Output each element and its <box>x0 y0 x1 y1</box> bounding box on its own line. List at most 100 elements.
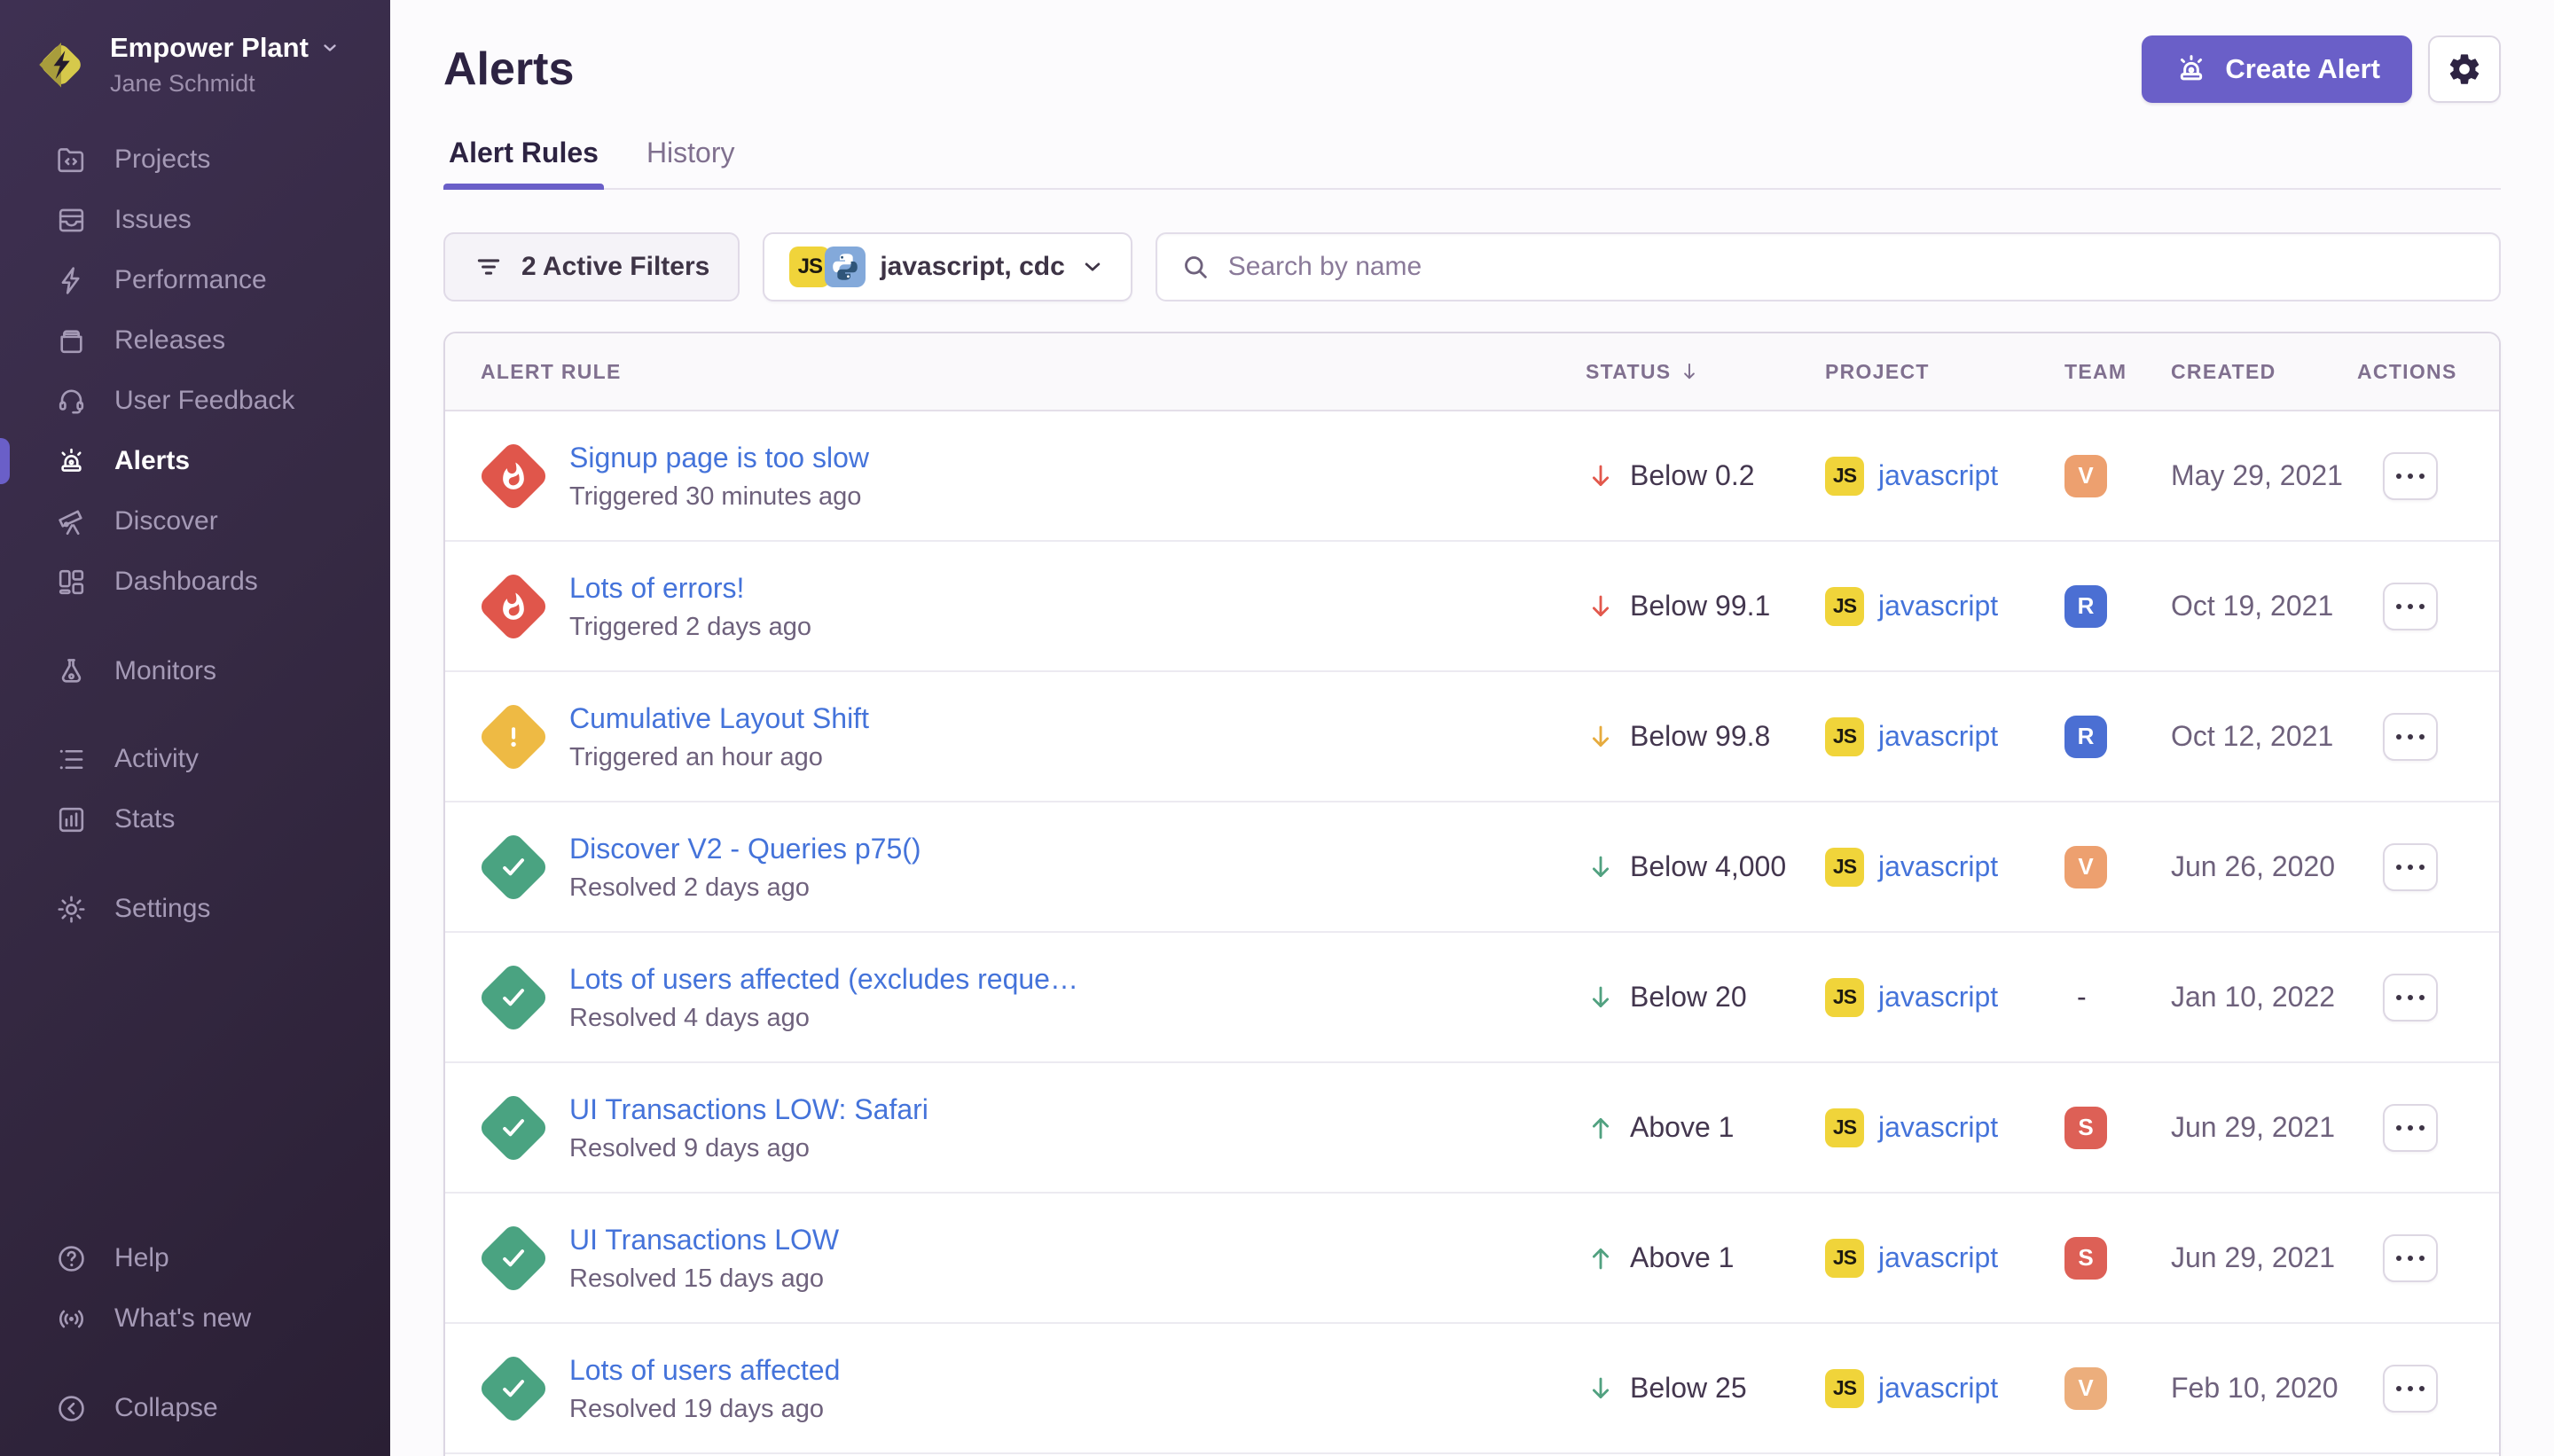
sidebar-item-discover[interactable]: Discover <box>0 491 390 552</box>
project-filter-dropdown[interactable]: JS javascript, cdc <box>763 232 1132 301</box>
sidebar-item-settings[interactable]: Settings <box>0 879 390 939</box>
column-header-alert-rule[interactable]: ALERT RULE <box>481 360 1586 384</box>
python-platform-icon <box>825 247 866 287</box>
column-header-team[interactable]: TEAM <box>2064 360 2171 384</box>
project-link[interactable]: javascript <box>1878 720 1998 753</box>
tab-history[interactable]: History <box>641 135 740 188</box>
sidebar-item-label: Alerts <box>114 446 190 476</box>
app-window: Empower Plant Jane Schmidt Projects Issue… <box>0 0 2554 1456</box>
project-link[interactable]: javascript <box>1878 981 1998 1014</box>
project-link[interactable]: javascript <box>1878 850 1998 883</box>
alert-rule-status-text: Resolved 9 days ago <box>569 1134 1559 1163</box>
javascript-platform-icon: JS <box>1825 1369 1864 1408</box>
sidebar-item-activity[interactable]: Activity <box>0 729 390 789</box>
feedback-icon <box>55 385 88 418</box>
alerts-settings-button[interactable] <box>2428 35 2501 103</box>
settings-icon <box>55 893 88 926</box>
org-logo-icon <box>32 35 90 94</box>
sidebar-item-feedback[interactable]: User Feedback <box>0 371 390 431</box>
project-link[interactable]: javascript <box>1878 590 1998 622</box>
alert-rule-link[interactable]: Signup page is too slow <box>569 440 1559 475</box>
sidebar-item-label: Settings <box>114 894 210 924</box>
row-actions-button[interactable] <box>2383 1365 2438 1413</box>
row-actions-button[interactable] <box>2383 1234 2438 1282</box>
row-actions-button[interactable] <box>2383 583 2438 630</box>
column-header-project[interactable]: PROJECT <box>1825 360 2064 384</box>
alert-check-icon <box>477 960 550 1033</box>
sidebar-item-projects[interactable]: Projects <box>0 129 390 190</box>
row-actions-button[interactable] <box>2383 713 2438 761</box>
alert-rule-link[interactable]: Cumulative Layout Shift <box>569 701 1559 736</box>
alert-rule-status-text: Resolved 4 days ago <box>569 1004 1559 1033</box>
sidebar-item-performance[interactable]: Performance <box>0 250 390 310</box>
row-actions-button[interactable] <box>2383 843 2438 891</box>
discover-icon <box>55 505 88 538</box>
status-value: Below 4,000 <box>1630 850 1786 883</box>
created-date: Jun 26, 2020 <box>2171 850 2357 883</box>
performance-icon <box>55 264 88 297</box>
alert-rule-link[interactable]: Discover V2 - Queries p75() <box>569 831 1559 866</box>
sidebar-item-help[interactable]: Help <box>0 1228 390 1288</box>
alert-rule-link[interactable]: Lots of errors! <box>569 570 1559 606</box>
team-avatar[interactable]: R <box>2064 585 2107 628</box>
row-actions-button[interactable] <box>2383 452 2438 500</box>
column-header-created[interactable]: CREATED <box>2171 360 2357 384</box>
alert-rule-link[interactable]: UI Transactions LOW: Safari <box>569 1092 1559 1127</box>
project-link[interactable]: javascript <box>1878 1111 1998 1144</box>
sidebar-item-label: Dashboards <box>114 567 258 597</box>
active-filters-button[interactable]: 2 Active Filters <box>443 232 740 301</box>
trend-down-icon <box>1586 852 1616 882</box>
team-avatar[interactable]: R <box>2064 716 2107 758</box>
create-alert-button[interactable]: Create Alert <box>2142 35 2412 103</box>
alert-fire-icon <box>477 569 550 642</box>
sidebar-item-alerts[interactable]: Alerts <box>0 431 390 491</box>
sidebar-item-issues[interactable]: Issues <box>0 190 390 250</box>
project-link[interactable]: javascript <box>1878 1372 1998 1405</box>
sidebar-item-whatsnew[interactable]: What's new <box>0 1288 390 1349</box>
created-date: Oct 12, 2021 <box>2171 720 2357 753</box>
table-row: Cumulative Layout ShiftTriggered an hour… <box>445 672 2499 802</box>
table-row: Lots of errors!Triggered 2 days agoBelow… <box>445 542 2499 672</box>
alert-rule-link[interactable]: UI Transactions LOW <box>569 1222 1559 1257</box>
team-avatar[interactable]: V <box>2064 846 2107 888</box>
sidebar-item-label: Activity <box>114 744 199 774</box>
sidebar-item-dashboards[interactable]: Dashboards <box>0 552 390 612</box>
row-actions-button[interactable] <box>2383 974 2438 1022</box>
sidebar-item-label: User Feedback <box>114 386 294 416</box>
stats-icon <box>55 803 88 836</box>
alert-check-icon <box>477 1221 550 1294</box>
search-icon <box>1180 252 1210 282</box>
search-field[interactable] <box>1156 232 2501 301</box>
project-link[interactable]: javascript <box>1878 459 1998 492</box>
row-actions-button[interactable] <box>2383 1104 2438 1152</box>
page-title: Alerts <box>443 43 574 96</box>
team-avatar[interactable]: S <box>2064 1107 2107 1149</box>
sidebar-item-monitors[interactable]: Monitors <box>0 641 390 701</box>
sidebar-item-stats[interactable]: Stats <box>0 789 390 849</box>
project-link[interactable]: javascript <box>1878 1241 1998 1274</box>
status-cell: Below 4,000 <box>1586 850 1825 883</box>
trend-down-icon <box>1586 982 1616 1013</box>
status-value: Above 1 <box>1630 1241 1734 1274</box>
sidebar-item-label: Projects <box>114 145 210 175</box>
column-header-status[interactable]: STATUS <box>1586 360 1825 384</box>
javascript-platform-icon: JS <box>1825 978 1864 1017</box>
search-input[interactable] <box>1226 251 2476 283</box>
sidebar-item-label: Help <box>114 1243 169 1273</box>
team-avatar[interactable]: V <box>2064 1367 2107 1410</box>
alert-rule-link[interactable]: Lots of users affected (excludes reque… <box>569 961 1559 997</box>
siren-icon <box>2174 51 2209 87</box>
team-avatar[interactable]: V <box>2064 455 2107 497</box>
team-avatar[interactable]: S <box>2064 1237 2107 1280</box>
whatsnew-icon <box>55 1303 88 1335</box>
status-value: Below 99.1 <box>1630 590 1770 622</box>
alert-rule-status-text: Resolved 19 days ago <box>569 1395 1559 1424</box>
sidebar-item-collapse[interactable]: Collapse <box>0 1378 390 1438</box>
created-date: May 29, 2021 <box>2171 459 2357 492</box>
org-switcher[interactable]: Empower Plant Jane Schmidt <box>0 32 390 98</box>
alert-rule-link[interactable]: Lots of users affected <box>569 1352 1559 1388</box>
trend-down-icon <box>1586 1374 1616 1404</box>
table-row: Lots of users affected (excludes reque… R… <box>445 933 2499 1063</box>
tab-alert-rules[interactable]: Alert Rules <box>443 135 604 188</box>
sidebar-item-releases[interactable]: Releases <box>0 310 390 371</box>
